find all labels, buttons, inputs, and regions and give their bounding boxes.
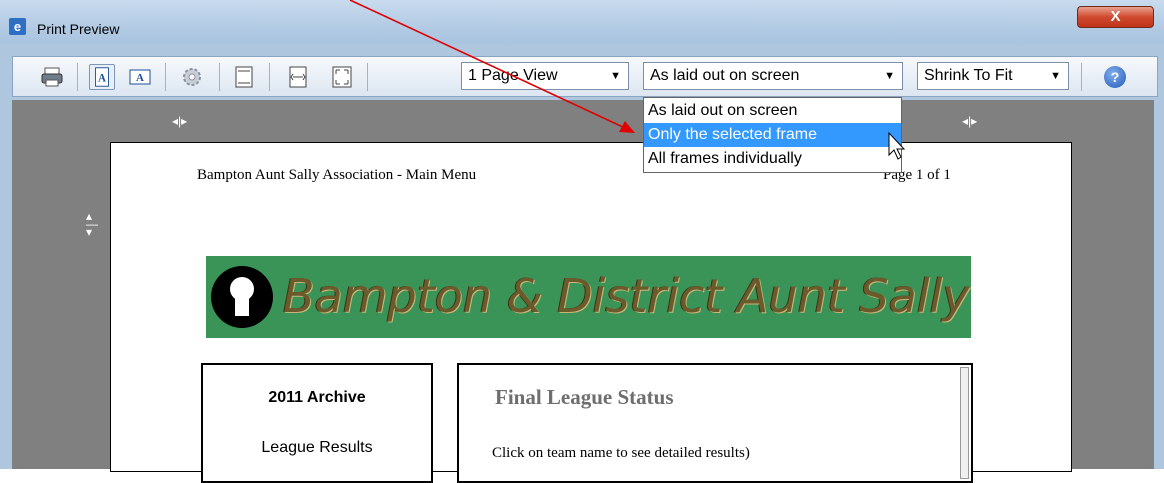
content-panel: Final League Status Click on team name t… xyxy=(457,363,973,483)
preview-area: ◂|▸ ◂|▸ ▴ — ▾ Bampton Aunt Sally Associati… xyxy=(12,100,1154,483)
toolbar: A A 1 Page View ▼ As laid out on screen … xyxy=(12,56,1158,97)
toolbar-separator xyxy=(165,63,166,91)
print-preview-window: e Print Preview X A A 1 Page View ▼ As l… xyxy=(0,0,1164,483)
dropdown-option-all-frames[interactable]: All frames individually xyxy=(644,147,901,171)
content-scrollbar[interactable] xyxy=(960,367,969,479)
chevron-down-icon: ▼ xyxy=(1050,70,1061,82)
keyhole-logo-icon xyxy=(211,266,273,328)
nav-item-archive[interactable]: 2011 Archive xyxy=(203,389,431,407)
toolbar-separator xyxy=(367,63,368,91)
left-margin-handle-icon[interactable]: ◂|▸ xyxy=(172,114,187,128)
portrait-icon[interactable]: A xyxy=(89,64,115,90)
full-width-icon[interactable] xyxy=(285,64,311,90)
toolbar-separator xyxy=(77,63,78,91)
page-header-title: Bampton Aunt Sally Association - Main Me… xyxy=(197,167,477,183)
toolbar-separator xyxy=(1081,63,1082,91)
dropdown-option-laid-out[interactable]: As laid out on screen xyxy=(644,99,901,123)
banner-title: Bampton & District Aunt Sally A xyxy=(283,269,971,323)
header-footer-icon[interactable] xyxy=(231,64,257,90)
chevron-down-icon: ▼ xyxy=(884,70,895,82)
close-button[interactable]: X xyxy=(1077,6,1154,28)
content-text: Click on team name to see detailed resul… xyxy=(492,445,750,461)
full-page-icon[interactable] xyxy=(329,64,355,90)
print-frames-value: As laid out on screen xyxy=(650,67,800,84)
scale-value: Shrink To Fit xyxy=(924,67,1013,84)
toolbar-separator xyxy=(269,63,270,91)
print-icon[interactable] xyxy=(39,64,65,90)
internet-explorer-icon: e xyxy=(9,18,26,35)
site-banner: Bampton & District Aunt Sally A xyxy=(206,256,971,338)
scale-select[interactable]: Shrink To Fit ▼ xyxy=(917,62,1069,90)
window-title: Print Preview xyxy=(37,21,120,37)
svg-text:A: A xyxy=(98,73,106,85)
top-margin-handle-icon[interactable]: ▴ — ▾ xyxy=(86,210,98,238)
svg-text:e: e xyxy=(14,19,21,34)
page-view-value: 1 Page View xyxy=(468,67,558,84)
nav-item-league-results[interactable]: League Results xyxy=(203,439,431,457)
svg-text:A: A xyxy=(136,72,144,84)
chevron-down-icon: ▼ xyxy=(610,70,621,82)
preview-page: Bampton Aunt Sally Association - Main Me… xyxy=(110,142,1072,483)
right-margin-handle-icon[interactable]: ◂|▸ xyxy=(962,114,977,128)
page-view-select[interactable]: 1 Page View ▼ xyxy=(461,62,629,90)
help-icon[interactable]: ? xyxy=(1104,66,1126,88)
landscape-icon[interactable]: A xyxy=(127,64,153,90)
print-frames-dropdown-list: As laid out on screen Only the selected … xyxy=(643,97,902,173)
title-bar[interactable]: e Print Preview X xyxy=(0,0,1164,44)
page-setup-gear-icon[interactable] xyxy=(179,64,205,90)
print-frames-select[interactable]: As laid out on screen ▼ xyxy=(643,62,903,90)
nav-panel: 2011 Archive League Results xyxy=(201,363,433,483)
content-title: Final League Status xyxy=(495,385,674,409)
toolbar-separator xyxy=(219,63,220,91)
dropdown-option-selected-frame[interactable]: Only the selected frame xyxy=(644,123,901,147)
